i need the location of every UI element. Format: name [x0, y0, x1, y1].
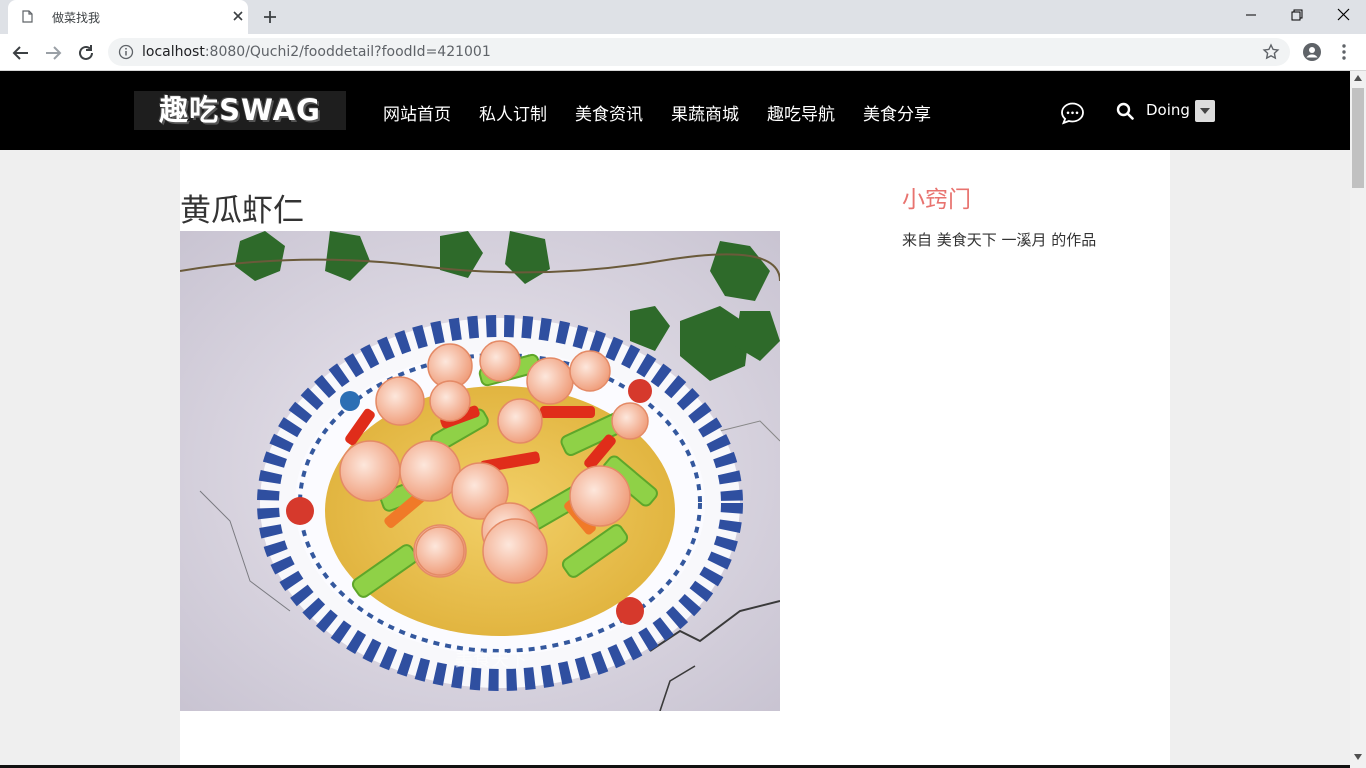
browser-toolbar: localhost:8080/Quchi2/fooddetail?foodId=… [0, 34, 1366, 71]
main-nav: 网站首页 私人订制 美食资讯 果蔬商城 趣吃导航 美食分享 [383, 100, 959, 125]
page-icon [22, 10, 33, 23]
close-tab-icon[interactable] [230, 8, 246, 24]
tips-title[interactable]: 小窍门 [902, 180, 971, 214]
tab-title: 做菜找我 [52, 11, 101, 25]
forward-icon[interactable] [42, 42, 64, 64]
site-logo[interactable]: 趣吃SWAG [134, 91, 346, 130]
username[interactable]: Doing [1146, 101, 1190, 119]
search-icon[interactable] [1116, 102, 1134, 120]
account-icon[interactable] [1302, 42, 1322, 62]
url-host: localhost [142, 44, 205, 60]
scroll-up-arrow-icon[interactable] [1354, 75, 1362, 81]
reload-icon[interactable] [75, 42, 97, 64]
scroll-down-arrow-icon[interactable] [1354, 754, 1362, 760]
new-tab-icon[interactable] [261, 8, 279, 26]
food-photo-illustration: 美食天下 [180, 231, 780, 711]
nav-item-share[interactable]: 美食分享 [863, 100, 931, 125]
main-content: 黄瓜虾仁 美食天下 小窍门 来自 美食天下 一溪月 的作品 [180, 150, 1170, 768]
browser-menu-icon[interactable] [1336, 42, 1352, 62]
recipe-credit: 来自 美食天下 一溪月 的作品 [902, 231, 1097, 249]
nav-item-home[interactable]: 网站首页 [383, 100, 451, 125]
food-photo: 美食天下 [180, 231, 780, 711]
back-icon[interactable] [10, 42, 32, 64]
scroll-thumb[interactable] [1352, 88, 1364, 188]
close-window-icon[interactable] [1320, 0, 1366, 30]
chat-icon[interactable] [1060, 101, 1085, 126]
site-info-icon[interactable] [118, 44, 134, 60]
browser-tab[interactable]: 做菜找我 [8, 0, 248, 34]
caret-down-icon [1200, 108, 1210, 114]
page-scrollbar[interactable] [1350, 71, 1366, 768]
content-edge [180, 741, 185, 768]
user-dropdown-button[interactable] [1195, 100, 1215, 122]
nav-item-news[interactable]: 美食资讯 [575, 100, 643, 125]
restore-icon[interactable] [1274, 0, 1320, 30]
food-title: 黄瓜虾仁 [180, 193, 304, 229]
url-path: :8080/Quchi2/fooddetail?foodId=421001 [204, 44, 491, 60]
url-text[interactable]: localhost:8080/Quchi2/fooddetail?foodId=… [142, 44, 491, 60]
bookmark-star-icon[interactable] [1262, 43, 1280, 61]
page-viewport: 趣吃SWAG 网站首页 私人订制 美食资讯 果蔬商城 趣吃导航 美食分享 Doi… [0, 71, 1350, 768]
minimize-icon[interactable] [1228, 0, 1274, 30]
image-watermark: 美食天下 [455, 650, 527, 671]
site-header: 趣吃SWAG 网站首页 私人订制 美食资讯 果蔬商城 趣吃导航 美食分享 Doi… [0, 71, 1350, 150]
nav-item-guide[interactable]: 趣吃导航 [767, 100, 835, 125]
nav-item-custom[interactable]: 私人订制 [479, 100, 547, 125]
nav-item-market[interactable]: 果蔬商城 [671, 100, 739, 125]
browser-tabstrip: 做菜找我 [0, 0, 1366, 34]
address-bar[interactable]: localhost:8080/Quchi2/fooddetail?foodId=… [108, 38, 1290, 66]
